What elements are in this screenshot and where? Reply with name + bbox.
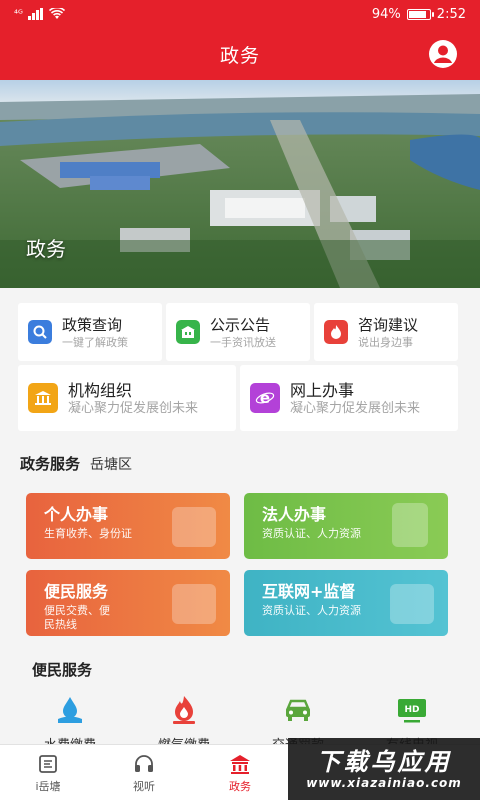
quick-links: 政策查询 一键了解政策 公示公告 一手资讯放送 咨询建议 说出身边事 机构组织 … — [18, 303, 458, 435]
watermark-url: www.xiazainiao.com — [306, 776, 462, 790]
convenience-heading: 便民服务 — [32, 661, 93, 679]
signal-icon — [27, 8, 43, 20]
quick-link-consult-suggest[interactable]: 咨询建议 说出身边事 — [314, 303, 458, 361]
tab-government[interactable]: 政务 — [192, 745, 288, 800]
quick-links-row-2: 机构组织 凝心聚力促发展创未来 e 网上办事 凝心聚力促发展创未来 — [18, 365, 458, 431]
quick-link-title: 政策查询 — [62, 315, 123, 334]
card-subtitle: 便民交费、便民热线 — [44, 604, 110, 631]
city-aerial-photo — [0, 80, 480, 288]
folder-icon — [172, 584, 216, 624]
quick-link-title: 咨询建议 — [358, 315, 419, 334]
search-icon — [28, 320, 52, 344]
notice-icon — [176, 320, 200, 344]
quick-link-policy-query[interactable]: 政策查询 一键了解政策 — [18, 303, 162, 361]
svg-text:e: e — [260, 389, 270, 407]
institution-icon — [28, 383, 58, 413]
water-drop-icon — [58, 697, 82, 723]
district-selector[interactable]: 岳塘区 — [90, 454, 132, 474]
page-title: 政务 — [219, 44, 260, 67]
gov-services-header: 政务服务 岳塘区 — [20, 453, 132, 474]
card-personal-affairs[interactable]: 个人办事 生育收养、身份证 — [26, 493, 230, 559]
watermark-text: 下载乌应用 — [316, 748, 452, 776]
car-icon — [286, 699, 310, 721]
wifi-icon — [48, 8, 65, 19]
clock: 2:52 — [436, 6, 466, 22]
card-subtitle: 资质认证、人力资源 — [262, 527, 361, 540]
quick-link-title: 公示公告 — [210, 315, 271, 334]
quick-link-text: 咨询建议 说出身边事 — [358, 315, 418, 350]
quick-link-subtitle: 凝心聚力促发展创未来 — [68, 400, 199, 416]
tv-hd-icon: HD — [398, 699, 426, 723]
status-right: 94% 2:52 — [372, 7, 466, 22]
card-convenience-services[interactable]: 便民服务 便民交费、便民热线 — [26, 570, 230, 636]
battery-fill — [408, 10, 426, 18]
status-bar: ⁴ᴳ 94% 2:52 — [0, 0, 480, 28]
quick-link-subtitle: 说出身边事 — [358, 335, 413, 349]
quick-link-text: 机构组织 凝心聚力促发展创未来 — [68, 381, 198, 416]
quick-link-title: 机构组织 — [68, 380, 133, 400]
quick-link-text: 政策查询 一键了解政策 — [62, 315, 128, 350]
banner-label: 政务 — [26, 237, 66, 261]
status-left: ⁴ᴳ — [14, 8, 65, 20]
gov-services-heading: 政务服务 — [20, 455, 81, 473]
quick-link-text: 网上办事 凝心聚力促发展创未来 — [290, 381, 420, 416]
tab-label: 视听 — [133, 779, 155, 793]
battery-icon — [406, 8, 434, 20]
app-header: 政务 — [0, 28, 480, 80]
quick-link-subtitle: 一手资讯放送 — [210, 335, 276, 349]
ie-icon: e — [250, 383, 280, 413]
network-type-label: ⁴ᴳ — [14, 8, 23, 20]
quick-link-online-services[interactable]: e 网上办事 凝心聚力促发展创未来 — [240, 365, 458, 431]
card-internet-supervision[interactable]: 互联网+监督 资质认证、人力资源 — [244, 570, 448, 636]
banner-image[interactable]: 政务 — [0, 80, 480, 288]
quick-links-row-1: 政策查询 一键了解政策 公示公告 一手资讯放送 咨询建议 说出身边事 — [18, 303, 458, 361]
document-icon — [392, 503, 428, 547]
quick-link-subtitle: 一键了解政策 — [62, 335, 128, 349]
user-profile-icon[interactable] — [428, 39, 458, 69]
flame-icon — [324, 320, 348, 344]
tab-label: 政务 — [229, 779, 251, 793]
quick-link-title: 网上办事 — [290, 380, 355, 400]
quick-link-public-notice[interactable]: 公示公告 一手资讯放送 — [166, 303, 310, 361]
quick-link-subtitle: 凝心聚力促发展创未来 — [290, 400, 421, 416]
quick-link-text: 公示公告 一手资讯放送 — [210, 315, 276, 350]
svg-text:HD: HD — [404, 705, 419, 715]
download-site-watermark: 下载乌应用 www.xiazainiao.com — [288, 738, 480, 800]
card-subtitle: 资质认证、人力资源 — [262, 604, 361, 617]
gas-flame-icon — [173, 696, 195, 724]
battery-percent: 94% — [371, 6, 401, 22]
quick-link-institutions[interactable]: 机构组织 凝心聚力促发展创未来 — [18, 365, 236, 431]
tab-label: i岳塘 — [35, 779, 61, 793]
government-icon — [230, 754, 250, 774]
monitor-icon — [390, 584, 434, 624]
card-legal-entity-affairs[interactable]: 法人办事 资质认证、人力资源 — [244, 493, 448, 559]
tab-audio-video[interactable]: 视听 — [96, 745, 192, 800]
id-card-icon — [172, 507, 216, 547]
tab-iyuetang[interactable]: i岳塘 — [0, 745, 96, 800]
home-tab-icon — [39, 754, 57, 773]
headphones-icon — [135, 754, 153, 772]
